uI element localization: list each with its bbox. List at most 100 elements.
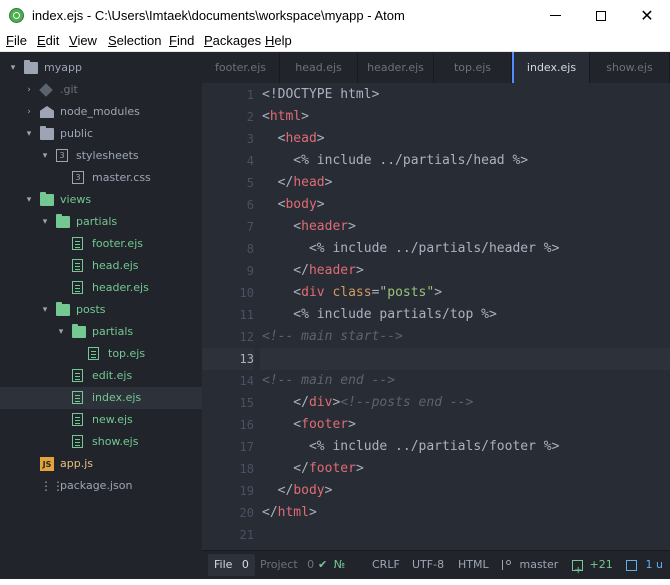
token-text: > — [348, 417, 356, 432]
tree-item-edit-ejs[interactable]: edit.ejs — [0, 365, 202, 387]
code-line[interactable]: <div class="posts"> — [262, 282, 670, 304]
git-branch[interactable]: master — [500, 551, 558, 579]
tree-item-node-modules[interactable]: › node_modules — [0, 101, 202, 123]
code-line[interactable]: <!-- main start--> — [262, 326, 670, 348]
git-diff-status[interactable]: +21 — [572, 551, 613, 585]
tree-item-label: master.css — [92, 171, 151, 184]
chevron-down-icon[interactable]: ▾ — [40, 145, 50, 167]
tree-item-partials[interactable]: ▾ partials — [0, 211, 202, 233]
chevron-right-icon[interactable]: › — [24, 101, 34, 123]
chevron-down-icon[interactable]: ▾ — [40, 211, 50, 233]
maximize-button[interactable] — [578, 0, 624, 31]
line-number: 8 — [202, 238, 254, 260]
chevron-down-icon[interactable]: ▾ — [56, 321, 66, 343]
line-number-text: 12 — [239, 330, 254, 344]
tree-item-footer-ejs[interactable]: footer.ejs — [0, 233, 202, 255]
tab-bar: footer.ejs head.ejs header.ejs top.ejs index… — [202, 52, 670, 84]
tree-item-app-js[interactable]: JS app.js — [0, 453, 202, 475]
menu-packages[interactable]: Packages — [204, 33, 261, 48]
line-number: 7 — [202, 216, 254, 238]
tree-item-head-ejs[interactable]: head.ejs — [0, 255, 202, 277]
text-editor[interactable]: 1 <!DOCTYPE html> 2 <html> 3 <head> 4 <% incl… — [202, 83, 670, 550]
menu-help[interactable]: Help — [265, 33, 292, 48]
line-number: 9 — [202, 260, 254, 282]
grammar-selector[interactable]: HTML — [458, 551, 489, 579]
code-line[interactable]: <% include partials/top %> — [262, 304, 670, 326]
menu-selection[interactable]: Selection — [108, 33, 161, 48]
code-line[interactable] — [262, 524, 670, 546]
tree-item-package-json[interactable]: ⋮⋮ package.json — [0, 475, 202, 497]
code-line[interactable]: </footer> — [262, 458, 670, 480]
token-text: <% include partials/top %> — [262, 307, 497, 322]
chevron-down-icon[interactable]: ▾ — [8, 57, 18, 79]
tab-header-ejs[interactable]: header.ejs — [358, 52, 434, 83]
encoding-selector[interactable]: UTF-8 — [412, 551, 444, 579]
line-number: 11 — [202, 304, 254, 326]
line-number: 4 — [202, 150, 254, 172]
code-line[interactable]: <% include ../partials/footer %> — [262, 436, 670, 458]
code-line[interactable]: <footer> — [262, 414, 670, 436]
tree-item-new-ejs[interactable]: new.ejs — [0, 409, 202, 431]
tree-item-views[interactable]: ▾ views — [0, 189, 202, 211]
tree-item-label: package.json — [60, 479, 133, 492]
code-line[interactable]: <header> — [262, 216, 670, 238]
code-line[interactable]: </header> — [262, 260, 670, 282]
folder-icon — [40, 126, 54, 140]
code-line[interactable]: <head> — [262, 128, 670, 150]
code-line[interactable]: </div><!--posts end --> — [262, 392, 670, 414]
chevron-right-icon[interactable]: › — [24, 79, 34, 101]
project-tab-button[interactable]: Project 0 — [256, 554, 318, 576]
tree-item-myapp[interactable]: ▾ myapp — [0, 57, 202, 79]
tree-item-header-ejs[interactable]: header.ejs — [0, 277, 202, 299]
menu-find[interactable]: Find — [169, 33, 194, 48]
tree-item-master-css[interactable]: 3 master.css — [0, 167, 202, 189]
code-line[interactable]: <html> — [262, 106, 670, 128]
tab-show-ejs[interactable]: show.ejs — [590, 52, 670, 83]
token-text: < — [262, 131, 286, 146]
line-number: 5 — [202, 172, 254, 194]
token-text: < — [262, 417, 302, 432]
tree-item-partials[interactable]: ▾ partials — [0, 321, 202, 343]
minimize-button[interactable] — [532, 0, 578, 31]
line-number: 19 — [202, 480, 254, 502]
token-tag: div — [308, 395, 333, 410]
tree-item-posts[interactable]: ▾ posts — [0, 299, 202, 321]
menu-view[interactable]: View — [69, 33, 97, 48]
tab-head-ejs[interactable]: head.ejs — [280, 52, 358, 83]
line-number-text: 4 — [246, 154, 254, 168]
code-line[interactable] — [260, 348, 670, 370]
menu-edit[interactable]: Edit — [37, 33, 59, 48]
menu-bar: File Edit View Selection Find Packages Help — [0, 31, 670, 52]
code-line[interactable]: </head> — [262, 172, 670, 194]
tab-index-ejs[interactable]: index.ejs — [512, 52, 590, 83]
tree-item-public[interactable]: ▾ public — [0, 123, 202, 145]
linter-status[interactable]: ✔ № — [318, 551, 345, 579]
code-line[interactable]: <% include ../partials/head %> — [262, 150, 670, 172]
tab-footer-ejs[interactable]: footer.ejs — [202, 52, 280, 83]
check-icon: ✔ — [318, 558, 328, 571]
chevron-down-icon[interactable]: ▾ — [24, 189, 34, 211]
code-line[interactable]: <% include ../partials/header %> — [262, 238, 670, 260]
branch-label: master — [519, 558, 559, 571]
tab-top-ejs[interactable]: top.ejs — [434, 52, 512, 83]
code-line[interactable]: <body> — [262, 194, 670, 216]
chevron-down-icon[interactable]: ▾ — [24, 123, 34, 145]
code-line[interactable]: <!DOCTYPE html> — [262, 84, 670, 106]
tree-item-label: myapp — [44, 61, 82, 74]
token-cmt: <!--posts end --> — [340, 395, 474, 410]
tree-item-top-ejs[interactable]: top.ejs — [0, 343, 202, 365]
tree-item-stylesheets[interactable]: ▾ 3 stylesheets — [0, 145, 202, 167]
code-line[interactable]: </html> — [262, 502, 670, 524]
line-ending-selector[interactable]: CRLF — [372, 551, 400, 579]
line-number-text: 14 — [239, 374, 254, 388]
tree-item--git[interactable]: › .git — [0, 79, 202, 101]
chevron-down-icon[interactable]: ▾ — [40, 299, 50, 321]
code-line[interactable]: </body> — [262, 480, 670, 502]
close-button[interactable]: ✕ — [624, 0, 670, 31]
tree-item-show-ejs[interactable]: show.ejs — [0, 431, 202, 453]
file-tab-button[interactable]: File 0 — [208, 554, 255, 576]
menu-file[interactable]: File — [6, 33, 27, 48]
package-updates[interactable]: 1 u — [626, 551, 663, 579]
tree-item-index-ejs[interactable]: index.ejs — [0, 387, 202, 409]
code-line[interactable]: <!-- main end --> — [262, 370, 670, 392]
